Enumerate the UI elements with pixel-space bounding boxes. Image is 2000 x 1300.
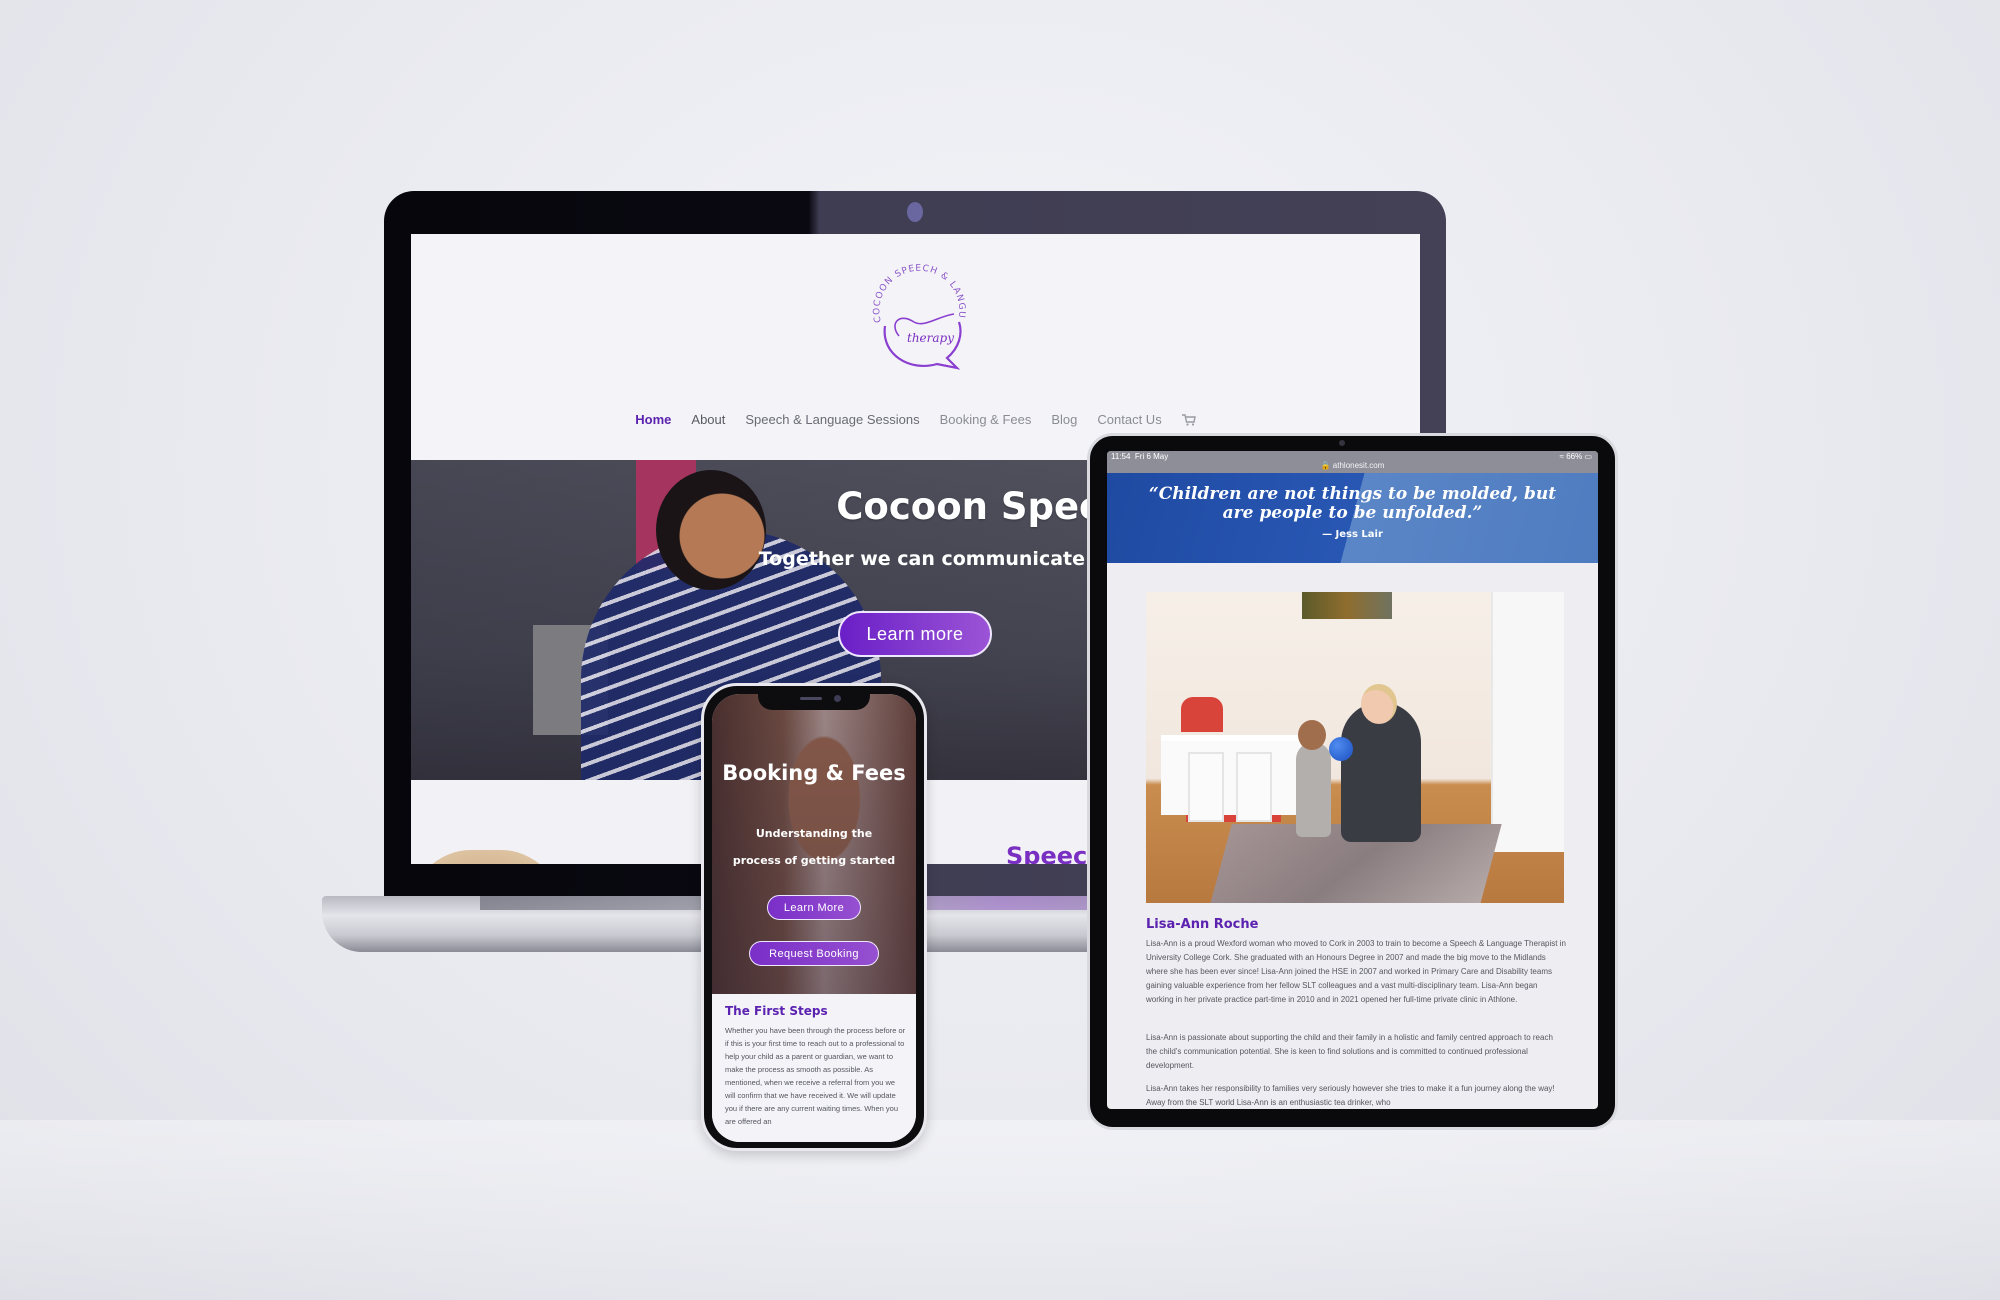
logo-script-text: therapy — [907, 331, 954, 345]
tablet-status-bar: 11:54 Fri 6 May 🔒 athlonesit.com ≈ 66% ▭ — [1107, 451, 1598, 473]
status-date-value: Fri 6 May — [1134, 452, 1169, 461]
photo-chair — [1188, 752, 1224, 822]
cocoon-logo[interactable]: COCOON SPEECH & LANGUAGE therapy — [855, 257, 979, 374]
booking-subtitle-line: Understanding the — [755, 827, 873, 840]
booking-subtitle: Understanding the process of getting sta… — [712, 820, 916, 874]
phone-notch — [758, 692, 870, 710]
phone-camera-icon — [834, 695, 841, 702]
site-header: COCOON SPEECH & LANGUAGE therapy Home Ab… — [411, 234, 1420, 460]
next-section-image — [411, 850, 561, 864]
shopping-cart-icon — [1181, 414, 1196, 426]
first-steps-heading: The First Steps — [725, 1004, 828, 1018]
main-nav: Home About Speech & Language Sessions Bo… — [411, 412, 1420, 427]
photo-ball — [1329, 737, 1353, 761]
photo-cabinet — [1491, 592, 1564, 852]
floor-reflection — [0, 1120, 2000, 1300]
quote-author: — Jess Lair — [1322, 529, 1383, 540]
profile-name: Lisa-Ann Roche — [1146, 917, 1259, 932]
photo-toy-barn — [1181, 697, 1223, 732]
wifi-icon: ≈ — [1559, 452, 1564, 461]
status-battery: ≈ 66% ▭ — [1560, 452, 1592, 461]
status-time: 11:54 Fri 6 May — [1111, 452, 1168, 461]
learn-more-button[interactable]: Learn More — [767, 895, 861, 920]
nav-blog[interactable]: Blog — [1051, 412, 1077, 427]
nav-booking-fees[interactable]: Booking & Fees — [940, 412, 1032, 427]
photo-chair — [1236, 752, 1272, 822]
profile-paragraph: Lisa-Ann is a proud Wexford woman who mo… — [1146, 939, 1566, 1004]
webcam-icon — [907, 202, 923, 222]
nav-home[interactable]: Home — [635, 412, 671, 427]
speech-bubble-logo-icon: COCOON SPEECH & LANGUAGE therapy — [855, 257, 966, 370]
photo-white-table — [1161, 735, 1301, 815]
quote-text: “Children are not things to be molded, b… — [1148, 484, 1557, 523]
status-time-value: 11:54 — [1111, 452, 1131, 461]
photo-child-head — [1298, 720, 1326, 750]
profile-paragraph: Lisa-Ann takes her responsibility to fam… — [1146, 1084, 1555, 1107]
learn-more-button[interactable]: Learn more — [838, 611, 992, 657]
phone-screen: Booking & Fees Understanding the process… — [712, 694, 916, 1142]
therapist-photo — [1146, 592, 1564, 903]
quote-banner: “Children are not things to be molded, b… — [1107, 473, 1598, 563]
first-steps-body: Whether you have been through the proces… — [725, 1026, 906, 1126]
hero-subtitle: Together we can communicate — [758, 548, 1085, 570]
cart-button[interactable] — [1181, 412, 1196, 427]
tablet-screen: 11:54 Fri 6 May 🔒 athlonesit.com ≈ 66% ▭… — [1107, 451, 1598, 1109]
booking-hero: Booking & Fees Understanding the process… — [712, 694, 916, 994]
request-booking-button[interactable]: Request Booking — [749, 941, 879, 966]
nav-speech-language-sessions[interactable]: Speech & Language Sessions — [745, 412, 919, 427]
battery-icon: ▭ — [1584, 452, 1592, 461]
phone-speaker-icon — [800, 697, 822, 700]
profile-paragraph: Lisa-Ann is passionate about supporting … — [1146, 1033, 1553, 1070]
first-steps-section: The First Steps Whether you have been th… — [712, 994, 916, 1142]
lock-icon: 🔒 — [1320, 461, 1331, 470]
booking-subtitle-line: process of getting started — [732, 854, 896, 867]
address-bar[interactable]: 🔒 athlonesit.com — [1107, 461, 1598, 470]
photo-therapist-head — [1361, 684, 1397, 724]
photo-painting — [1302, 592, 1392, 619]
nav-contact-us[interactable]: Contact Us — [1097, 412, 1161, 427]
battery-percent: 66% — [1566, 452, 1583, 461]
nav-about[interactable]: About — [691, 412, 725, 427]
address-bar-url: athlonesit.com — [1332, 461, 1385, 470]
photo-child — [1296, 742, 1331, 837]
tablet-camera-icon — [1339, 440, 1345, 446]
booking-title: Booking & Fees — [722, 761, 906, 785]
